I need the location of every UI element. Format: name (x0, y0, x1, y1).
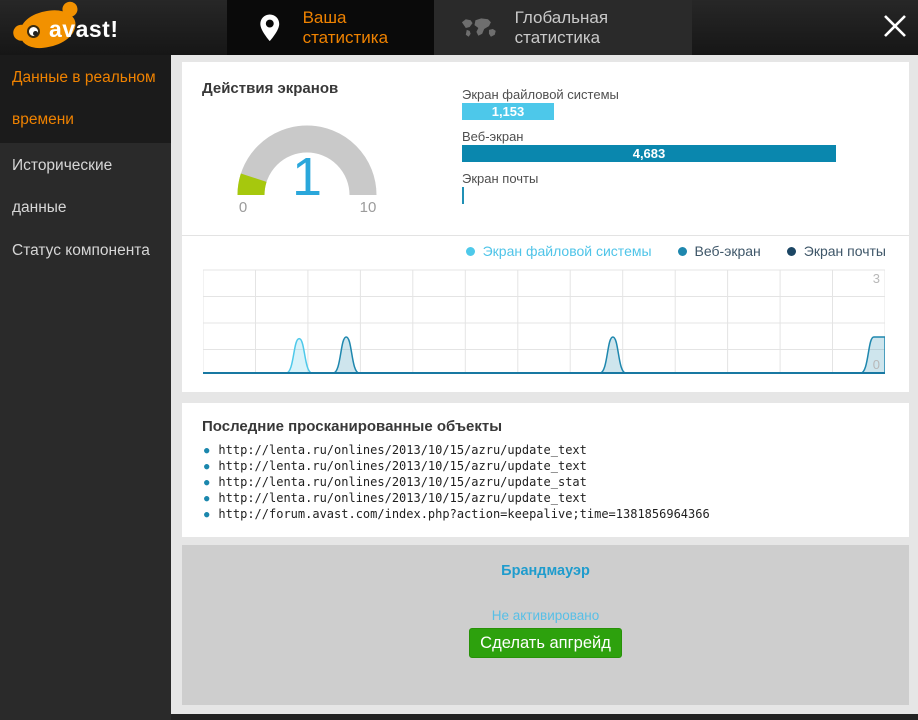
upgrade-button[interactable]: Сделать апгрейд (469, 628, 622, 658)
bar-group-web: Веб-экран 4,683 (462, 128, 836, 162)
tab-your-statistics-label: Ваша статистика (302, 7, 389, 47)
legend-label-web: Веб-экран (694, 243, 761, 259)
chart-legend: Экран файловой системы Веб-экран Экран п… (465, 243, 886, 259)
location-pin-icon (260, 14, 280, 41)
screen-activity-bars: Экран файловой системы 1,153 Веб-экран 4… (462, 86, 836, 212)
firewall-panel: Брандмауэр Не активировано Сделать апгре… (182, 545, 909, 705)
svg-text:0: 0 (873, 357, 880, 372)
avast-logo-eye-icon (27, 25, 40, 38)
firewall-title: Брандмауэр (501, 563, 590, 579)
world-map-icon (461, 17, 496, 37)
legend-item-web[interactable]: Веб-экран (677, 243, 761, 259)
close-icon (884, 15, 906, 37)
scanned-objects-title: Последние просканированные объекты (202, 418, 503, 435)
tab-global-statistics-label: Глобальная статистика (514, 7, 609, 47)
section-divider (182, 235, 909, 236)
realtime-activity-chart: 30 (203, 269, 885, 374)
legend-dot-web-icon (677, 246, 687, 256)
avast-logo-text: avast! (49, 16, 119, 42)
scanned-objects-list: http://lenta.ru/onlines/2013/10/15/azru/… (204, 443, 710, 523)
scanned-object-url: http://lenta.ru/onlines/2013/10/15/azru/… (204, 443, 710, 459)
close-button[interactable] (882, 13, 908, 39)
scanned-object-url: http://forum.avast.com/index.php?action=… (204, 507, 709, 523)
sidebar: Данные в реальном времени Исторические д… (0, 55, 171, 720)
window-bottom-edge (171, 714, 918, 720)
sidebar-item-realtime-data[interactable]: Данные в реальном времени (0, 55, 171, 143)
legend-item-filesystem[interactable]: Экран файловой системы (465, 243, 652, 259)
legend-label-mail: Экран почты (803, 243, 886, 259)
sidebar-item-historical-data[interactable]: Исторические данные (0, 143, 171, 231)
bar-filesystem: 1,153 (462, 103, 554, 120)
legend-label-filesystem: Экран файловой системы (482, 243, 652, 259)
scanned-object-url: http://lenta.ru/onlines/2013/10/15/azru/… (204, 491, 710, 507)
gauge-value: 1 (291, 147, 323, 207)
gauge-max-label: 10 (359, 199, 377, 216)
svg-text:3: 3 (873, 271, 880, 286)
legend-item-mail[interactable]: Экран почты (786, 243, 886, 259)
scanned-object-url: http://lenta.ru/onlines/2013/10/15/azru/… (204, 475, 710, 491)
bar-label-web: Веб-экран (462, 129, 524, 144)
bar-group-mail: Экран почты (462, 170, 836, 204)
firewall-status: Не активировано (491, 608, 600, 623)
title-bar: avast! Ваша статистика Глобальная статис… (0, 0, 918, 55)
bar-label-mail: Экран почты (462, 171, 539, 186)
sidebar-item-component-status[interactable]: Статус компонента (0, 228, 171, 274)
legend-dot-filesystem-icon (465, 246, 475, 256)
scanned-object-url: http://lenta.ru/onlines/2013/10/15/azru/… (204, 459, 710, 475)
screen-actions-title: Действия экранов (202, 80, 339, 97)
tab-global-statistics[interactable]: Глобальная статистика (434, 0, 692, 55)
scanned-objects-panel: Последние просканированные объекты http:… (182, 403, 909, 537)
bar-mail (462, 187, 464, 204)
bar-label-filesystem: Экран файловой системы (462, 87, 619, 102)
avast-statistics-window: avast! Ваша статистика Глобальная статис… (0, 0, 918, 720)
bar-web: 4,683 (462, 145, 836, 162)
screen-actions-panel: Действия экранов 1 0 10 Экран файловой с… (182, 62, 909, 392)
legend-dot-mail-icon (786, 246, 796, 256)
tab-your-statistics[interactable]: Ваша статистика (227, 0, 434, 55)
gauge-min-label: 0 (238, 199, 248, 216)
bar-group-filesystem: Экран файловой системы 1,153 (462, 86, 836, 120)
avast-logo: avast! (16, 5, 146, 51)
